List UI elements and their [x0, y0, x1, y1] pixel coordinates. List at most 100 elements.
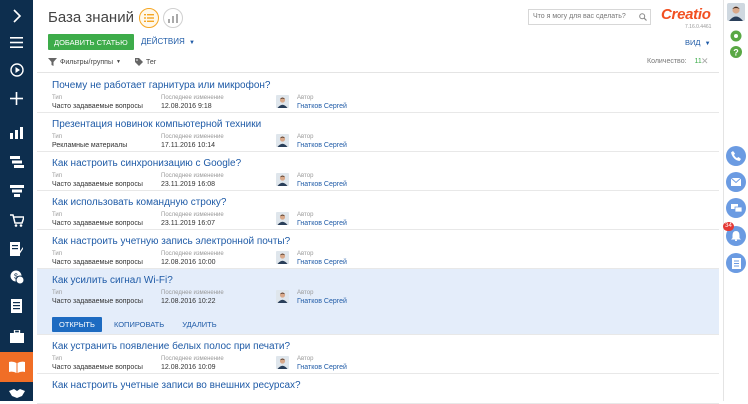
- collapse-chevron-icon[interactable]: [0, 2, 33, 30]
- author-label: Автор: [297, 290, 314, 296]
- type-label: Тип: [52, 212, 63, 218]
- filters-groups-button[interactable]: Фильтры/группы ▼: [48, 58, 121, 66]
- article-title-link[interactable]: Как использовать командную строку?: [52, 197, 226, 208]
- modified-value: 12.08.2016 10:09: [161, 364, 216, 371]
- count-label: Количество:: [647, 58, 687, 65]
- author-link[interactable]: Гнатков Сергей: [297, 142, 347, 149]
- analytics-view-button[interactable]: [163, 8, 183, 28]
- article-title-link[interactable]: Презентация новинок компьютерной техники: [52, 119, 261, 130]
- book-icon[interactable]: [0, 352, 33, 382]
- actions-menu-button[interactable]: ДЕЙСТВИЯ ▼: [141, 37, 195, 46]
- process-icon[interactable]: [0, 148, 33, 176]
- delete-button[interactable]: УДАЛИТЬ: [176, 317, 223, 332]
- copy-button[interactable]: КОПИРОВАТЬ: [108, 317, 170, 332]
- type-value: Часто задаваемые вопросы: [52, 298, 143, 305]
- modified-label: Последнее изменение: [161, 173, 224, 179]
- email-button[interactable]: [726, 172, 746, 192]
- author-label: Автор: [297, 356, 314, 362]
- chat-button[interactable]: [726, 198, 746, 218]
- list-item[interactable]: Как настроить учетные записи во внешних …: [37, 374, 719, 404]
- creatio-logo: Creatio: [661, 6, 711, 23]
- article-title-link[interactable]: Как настроить учетные записи во внешних …: [52, 380, 301, 391]
- document-edit-icon[interactable]: [0, 235, 33, 263]
- tag-filter-button[interactable]: Тег: [135, 58, 156, 66]
- help-icon[interactable]: ?: [729, 45, 743, 59]
- view-menu-button[interactable]: ВИД ▼: [685, 38, 711, 47]
- phone-button[interactable]: [726, 146, 746, 166]
- left-navigation: $: [0, 0, 33, 401]
- modified-value: 23.11.2019 16:08: [161, 181, 215, 188]
- document-icon[interactable]: [0, 292, 33, 320]
- row-actions: ОТКРЫТЬ КОПИРОВАТЬ УДАЛИТЬ: [52, 317, 223, 332]
- search-placeholder: Что я могу для вас сделать?: [533, 13, 626, 20]
- article-title-link[interactable]: Как устранить появление белых полос при …: [52, 341, 290, 352]
- author-link[interactable]: Гнатков Сергей: [297, 103, 347, 110]
- list-item[interactable]: Как настроить учетную запись электронной…: [37, 230, 719, 269]
- menu-icon[interactable]: [0, 28, 33, 56]
- tag-icon: [135, 58, 143, 66]
- add-article-button[interactable]: ДОБАВИТЬ СТАТЬЮ: [48, 34, 134, 50]
- type-value: Часто задаваемые вопросы: [52, 181, 143, 188]
- author-link[interactable]: Гнатков Сергей: [297, 220, 347, 227]
- type-value: Часто задаваемые вопросы: [52, 103, 143, 110]
- close-icon[interactable]: ✕: [701, 56, 709, 67]
- list-item[interactable]: Презентация новинок компьютерной техники…: [37, 113, 719, 152]
- article-title-link[interactable]: Как настроить учетную запись электронной…: [52, 236, 290, 247]
- author-label: Автор: [297, 173, 314, 179]
- list-item[interactable]: Почему не работает гарнитура или микрофо…: [37, 74, 719, 113]
- chart-icon[interactable]: [0, 118, 33, 146]
- handshake-icon[interactable]: [0, 385, 33, 401]
- modified-value: 12.08.2016 9:18: [161, 103, 212, 110]
- modified-label: Последнее изменение: [161, 251, 224, 257]
- list-item[interactable]: Как усилить сигнал Wi-Fi? Тип Часто задава…: [37, 269, 719, 335]
- notifications-badge: 34: [723, 222, 734, 231]
- settings-gear-icon[interactable]: [729, 29, 743, 43]
- author-avatar: [276, 212, 289, 225]
- user-avatar[interactable]: [727, 3, 745, 21]
- open-button[interactable]: ОТКРЫТЬ: [52, 317, 102, 332]
- cart-icon[interactable]: [0, 206, 33, 234]
- list-icon: [144, 14, 154, 22]
- author-label: Автор: [297, 95, 314, 101]
- envelope-icon: [731, 178, 741, 186]
- list-item[interactable]: Как настроить синхронизацию с Google? Тип…: [37, 152, 719, 191]
- type-value: Часто задаваемые вопросы: [52, 364, 143, 371]
- bar-chart-icon: [168, 13, 178, 23]
- plus-icon[interactable]: [0, 84, 33, 112]
- type-label: Тип: [52, 290, 63, 296]
- version-label: 7.16.0.4461: [685, 24, 712, 30]
- briefcase-icon[interactable]: [0, 322, 33, 350]
- feed-icon: [731, 257, 741, 269]
- article-title-link[interactable]: Как усилить сигнал Wi-Fi?: [52, 275, 173, 286]
- search-input[interactable]: Что я могу для вас сделать?: [528, 9, 651, 25]
- author-link[interactable]: Гнатков Сергей: [297, 298, 347, 305]
- list-view-button[interactable]: [139, 8, 159, 28]
- list-item[interactable]: Как использовать командную строку? Тип Час…: [37, 191, 719, 230]
- article-title-link[interactable]: Почему не работает гарнитура или микрофо…: [52, 80, 271, 91]
- type-label: Тип: [52, 356, 63, 362]
- modified-label: Последнее изменение: [161, 212, 224, 218]
- modified-label: Последнее изменение: [161, 290, 224, 296]
- author-label: Автор: [297, 251, 314, 257]
- author-link[interactable]: Гнатков Сергей: [297, 364, 347, 371]
- chat-icon: [730, 203, 742, 212]
- search-icon: [639, 13, 647, 21]
- play-icon[interactable]: [0, 56, 33, 84]
- modified-label: Последнее изменение: [161, 134, 224, 140]
- chevron-down-icon: ▼: [189, 40, 195, 46]
- author-link[interactable]: Гнатков Сергей: [297, 181, 347, 188]
- author-label: Автор: [297, 134, 314, 140]
- list-item[interactable]: Как устранить появление белых полос при …: [37, 335, 719, 374]
- author-avatar: [276, 134, 289, 147]
- notifications-button[interactable]: 34: [723, 222, 746, 246]
- divider: [37, 72, 719, 73]
- funnel-icon[interactable]: [0, 177, 33, 205]
- view-label: ВИД: [685, 38, 701, 47]
- feed-button[interactable]: [726, 253, 746, 273]
- modified-label: Последнее изменение: [161, 356, 224, 362]
- modified-value: 12.08.2016 10:22: [161, 298, 216, 305]
- money-icon[interactable]: $: [0, 263, 33, 291]
- author-link[interactable]: Гнатков Сергей: [297, 259, 347, 266]
- article-title-link[interactable]: Как настроить синхронизацию с Google?: [52, 158, 241, 169]
- record-count: Количество: 11: [647, 58, 702, 65]
